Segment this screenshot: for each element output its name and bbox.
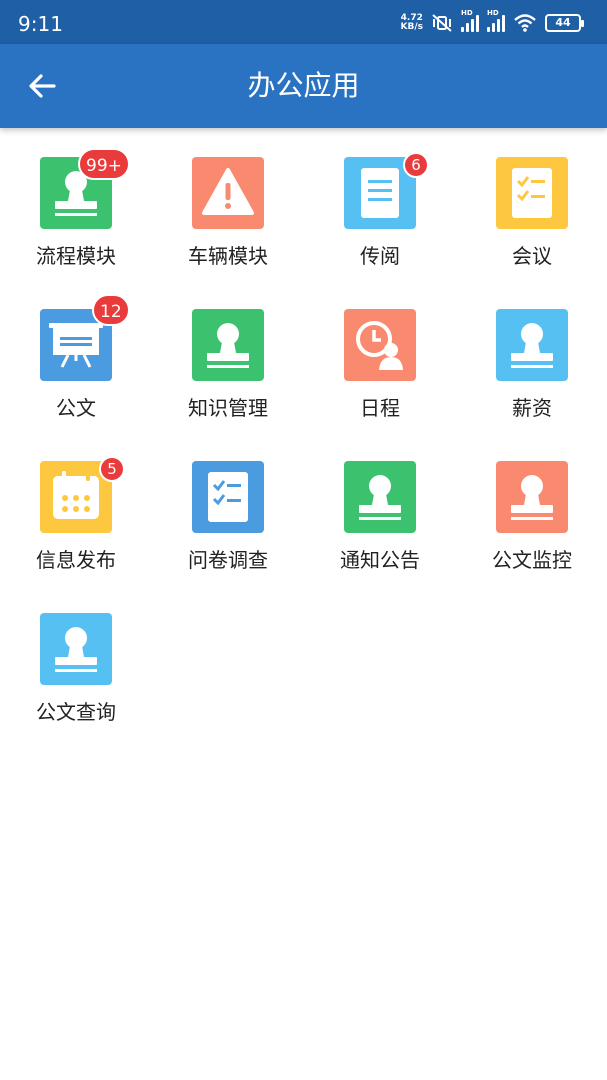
app-label: 知识管理 <box>188 396 268 420</box>
app-label: 传阅 <box>360 244 400 268</box>
app-label: 公文监控 <box>492 548 572 572</box>
app-tile[interactable]: 公文 12 <box>0 292 152 444</box>
app-tile[interactable]: 公文监控 <box>456 444 607 596</box>
stamp-icon <box>40 613 112 685</box>
app-tile[interactable]: 公文查询 <box>0 596 152 748</box>
stamp-icon <box>344 461 416 533</box>
app-bar: 办公应用 <box>0 44 607 128</box>
notification-badge: 12 <box>92 294 130 326</box>
app-tile[interactable]: 传阅 6 <box>304 140 456 292</box>
app-label: 公文 <box>56 396 96 420</box>
network-speed-unit: KB/s <box>400 22 423 32</box>
signal-1-icon: HD <box>461 9 479 32</box>
app-label: 会议 <box>512 244 552 268</box>
arrow-left-icon <box>29 74 56 98</box>
status-time: 9:11 <box>18 12 63 36</box>
app-tile[interactable]: 流程模块 99+ <box>0 140 152 292</box>
status-icons: 4.72 KB/s HD HD 44 <box>401 9 584 34</box>
app-label: 信息发布 <box>36 548 116 572</box>
app-label: 问卷调查 <box>188 548 268 572</box>
app-tile[interactable]: 知识管理 <box>152 292 304 444</box>
wifi-icon <box>514 14 536 32</box>
app-label: 车辆模块 <box>188 244 268 268</box>
app-label: 日程 <box>360 396 400 420</box>
warning-icon <box>192 157 264 229</box>
app-label: 薪资 <box>512 396 552 420</box>
back-button[interactable] <box>24 68 60 104</box>
app-tile[interactable]: 问卷调查 <box>152 444 304 596</box>
app-tile[interactable]: 信息发布 5 <box>0 444 152 596</box>
clock-user-icon <box>344 309 416 381</box>
stamp-icon <box>496 461 568 533</box>
app-tile[interactable]: 车辆模块 <box>152 140 304 292</box>
page-title: 办公应用 <box>247 69 360 102</box>
stamp-icon <box>496 309 568 381</box>
network-speed: 4.72 KB/s <box>401 14 423 32</box>
signal-2-label: HD <box>487 9 499 17</box>
signal-2-icon: HD <box>487 9 505 32</box>
battery-level: 44 <box>555 16 571 29</box>
app-tile[interactable]: 薪资 <box>456 292 607 444</box>
stamp-icon <box>192 309 264 381</box>
app-label: 通知公告 <box>340 548 420 572</box>
app-tile[interactable]: 通知公告 <box>304 444 456 596</box>
checklist-icon <box>192 461 264 533</box>
app-label: 公文查询 <box>36 700 116 724</box>
app-tile[interactable]: 会议 <box>456 140 607 292</box>
app-tile[interactable]: 日程 <box>304 292 456 444</box>
checklist-icon <box>496 157 568 229</box>
notification-badge: 6 <box>403 152 429 178</box>
notification-badge: 5 <box>99 456 125 482</box>
notification-badge: 99+ <box>78 148 130 180</box>
app-label: 流程模块 <box>36 244 116 268</box>
vibrate-off-icon <box>432 14 452 32</box>
battery-icon: 44 <box>545 14 584 32</box>
signal-1-label: HD <box>461 9 473 17</box>
status-bar: 9:11 4.72 KB/s HD HD 44 <box>0 0 607 44</box>
